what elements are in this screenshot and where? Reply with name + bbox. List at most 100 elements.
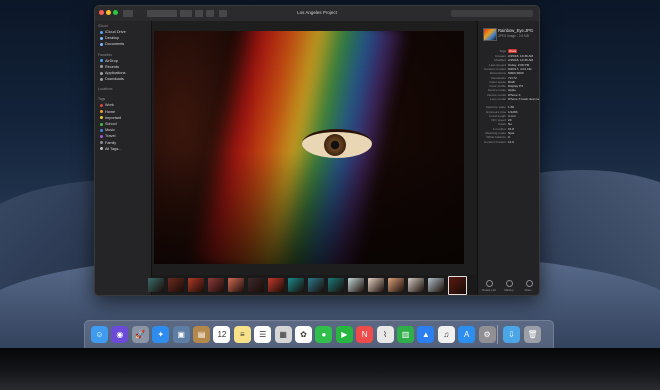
quick-action-button[interactable]: Markup [500, 280, 518, 292]
quick-action-button[interactable]: More... [520, 280, 538, 292]
apps-icon [100, 71, 103, 75]
window-titlebar: Los Angeles Project [95, 6, 539, 22]
quick-actions: Rotate Left Markup More... [478, 279, 539, 293]
gallery-view [148, 21, 476, 295]
news-icon[interactable]: N [356, 326, 374, 343]
sidebar-item[interactable]: Desktop [100, 36, 119, 40]
quick-action-label: Rotate Left [482, 288, 496, 292]
tag-color-dot-icon [100, 103, 103, 107]
sidebar-item[interactable]: iCloud Drive [100, 30, 126, 34]
trash-icon[interactable]: 🗑 [524, 326, 541, 343]
minimize-window-button[interactable] [106, 10, 111, 15]
sidebar-item-label: Important [105, 115, 122, 120]
quick-action-label: More... [524, 288, 534, 292]
tags-button[interactable] [219, 10, 227, 17]
quick-action-button[interactable]: Rotate Left [480, 280, 498, 292]
sidebar-item[interactable]: Important [100, 116, 121, 120]
photo-iris [324, 134, 346, 156]
view-mode-segmented-control[interactable] [147, 10, 177, 17]
close-window-button[interactable] [99, 10, 104, 15]
safari-icon[interactable]: ✦ [152, 326, 170, 343]
facetime-icon[interactable]: ▶ [335, 326, 353, 343]
filmstrip-thumbnail[interactable] [308, 278, 324, 292]
filmstrip-thumbnail[interactable] [388, 278, 404, 292]
sidebar-item-label: Documents [105, 42, 125, 47]
app-store-icon[interactable]: A [458, 326, 476, 343]
dock: ☺ ◉ 🚀 ✦ ▣ ▤ 12 ≡ ☰ ▦ ✿ ● ▶ N ⌇ ▥ ▲ ♫ A ⚙ ⇩ 🗑 [84, 320, 554, 348]
downloads-folder-icon[interactable]: ⇩ [503, 326, 520, 343]
filmstrip-thumbnail[interactable] [268, 278, 284, 292]
sidebar-item-label: All Tags... [105, 146, 122, 151]
notebook-icon[interactable]: ▤ [193, 326, 210, 343]
filmstrip-thumbnail[interactable] [408, 278, 424, 292]
sidebar-item[interactable]: Downloads [100, 77, 124, 81]
metadata-value: iPhone X back dual camera 6mm f/2.4 [508, 97, 539, 101]
filmstrip-thumbnail[interactable] [208, 278, 224, 292]
sidebar-item-label: Downloads [105, 77, 124, 82]
filmstrip-thumbnail[interactable] [148, 278, 164, 292]
filmstrip-thumbnail[interactable] [168, 278, 184, 292]
sidebar-item-label: School [105, 122, 117, 126]
photo-frame-icon[interactable]: ▦ [274, 326, 292, 343]
sidebar-item-label: iCloud Drive [105, 30, 126, 34]
filmstrip-thumbnail[interactable] [228, 278, 244, 292]
filmstrip-thumbnail[interactable] [288, 278, 304, 292]
sidebar-item[interactable]: Music [100, 128, 115, 132]
calendar-icon[interactable]: 12 [213, 326, 231, 343]
filmstrip-thumbnail[interactable] [368, 278, 384, 292]
notes-icon[interactable]: ≡ [233, 326, 251, 343]
sidebar-item[interactable]: School [100, 122, 117, 126]
sidebar-section-heading: Locations [98, 87, 113, 92]
photo-browser-icon[interactable]: ▣ [172, 326, 190, 343]
share-button[interactable] [206, 10, 214, 17]
group-button[interactable] [180, 10, 192, 17]
tag-badge[interactable]: Work [508, 49, 518, 53]
sidebar-item[interactable]: Applications [100, 71, 125, 75]
filmstrip-thumbnail[interactable] [328, 278, 344, 292]
itunes-icon[interactable]: ♫ [437, 326, 455, 343]
photo-preview[interactable] [154, 31, 464, 264]
filmstrip-thumbnail[interactable] [188, 278, 204, 292]
filmstrip-thumbnail[interactable] [248, 278, 264, 292]
metadata-value: 11.0 [508, 139, 514, 144]
airdrop-icon [100, 59, 103, 63]
sidebar-item[interactable]: Work [100, 103, 114, 107]
reminders-icon[interactable]: ☰ [254, 326, 272, 343]
sidebar-item[interactable]: Recents [100, 65, 119, 69]
action-button[interactable] [195, 10, 203, 17]
rotate-left-icon [485, 280, 493, 287]
sidebar-item[interactable]: All Tags... [100, 147, 121, 151]
download-icon [100, 77, 103, 81]
filmstrip-thumbnail[interactable] [428, 278, 444, 292]
launchpad-icon[interactable]: 🚀 [131, 326, 149, 343]
sidebar-item[interactable]: AirDrop [100, 59, 118, 63]
sidebar-item[interactable]: Home [100, 110, 115, 114]
folder-icon [100, 42, 103, 46]
filmstrip-thumbnail[interactable] [448, 276, 467, 295]
dock-separator [497, 325, 498, 344]
filmstrip [148, 275, 476, 295]
tag-color-dot-icon [100, 128, 103, 132]
finder-icon[interactable]: ☺ [91, 326, 108, 343]
search-field[interactable] [451, 10, 533, 17]
siri-icon[interactable]: ◉ [111, 326, 129, 343]
messages-icon[interactable]: ● [315, 326, 333, 343]
sidebar-item[interactable]: Family [100, 141, 116, 145]
sidebar-item[interactable]: Documents [100, 42, 124, 46]
stocks-icon[interactable]: ⌇ [376, 326, 394, 343]
zoom-window-button[interactable] [113, 10, 118, 15]
filmstrip-thumbnail[interactable] [348, 278, 364, 292]
tag-color-dot-icon [100, 147, 103, 151]
sidebar-item-label: Applications [105, 71, 126, 75]
photos-icon[interactable]: ✿ [295, 326, 312, 343]
numbers-icon[interactable]: ▥ [397, 326, 414, 343]
keynote-icon[interactable]: ▲ [417, 326, 435, 343]
sidebar-item[interactable]: Travel [100, 134, 115, 138]
gear-icon[interactable]: ⚙ [478, 326, 496, 343]
back-forward-button[interactable] [123, 10, 133, 17]
sidebar-section-heading: Tags [98, 97, 106, 102]
sidebar-item-label: Recents [105, 64, 119, 69]
tag-color-dot-icon [100, 134, 103, 138]
sidebar-item-label: AirDrop [105, 58, 118, 63]
metadata-key: Content Creator [483, 139, 506, 144]
